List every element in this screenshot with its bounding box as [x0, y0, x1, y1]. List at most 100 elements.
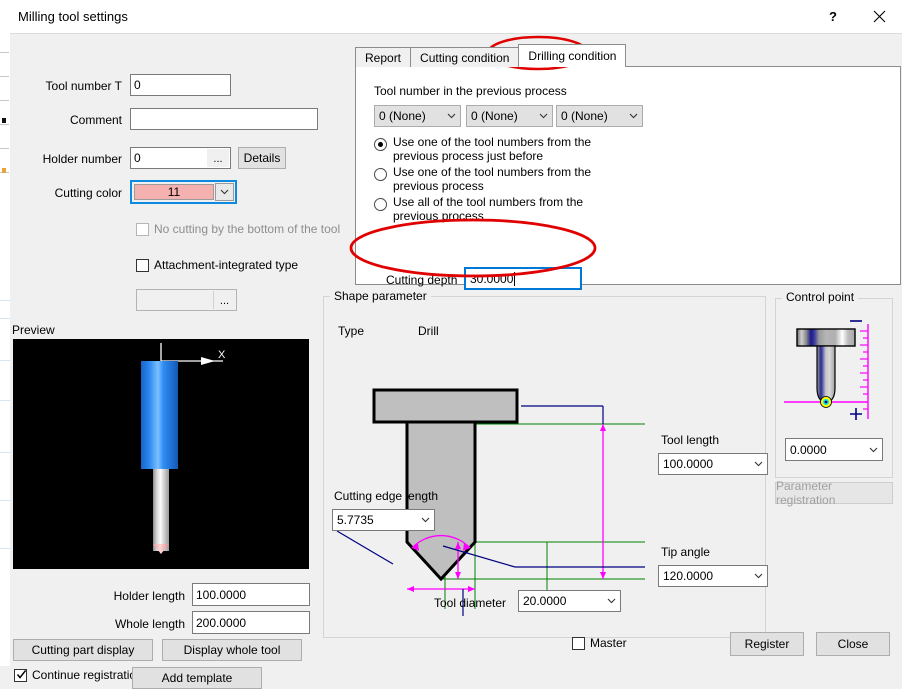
- tool-number-label: Tool number T: [10, 79, 122, 93]
- checkbox-box: [572, 637, 585, 650]
- comment-label: Comment: [10, 113, 122, 127]
- control-point-diagram[interactable]: [780, 309, 890, 434]
- cutting-edge-length-value: 5.7735: [337, 513, 374, 527]
- attachment-path-input[interactable]: ...: [136, 289, 237, 311]
- tip-angle-dropdown[interactable]: 120.0000: [658, 565, 768, 587]
- control-point-dropdown[interactable]: 0.0000: [785, 438, 883, 461]
- holder-length-input[interactable]: 100.0000: [192, 583, 310, 606]
- chevron-down-icon: [864, 439, 882, 460]
- previous-tool-dropdown-1[interactable]: 0 (None): [374, 105, 461, 127]
- tab-strip: Report Cutting condition Drilling condit…: [355, 44, 625, 67]
- tab-report[interactable]: Report: [355, 47, 411, 67]
- chevron-down-icon: [749, 454, 767, 474]
- shape-parameter-title: Shape parameter: [330, 289, 431, 303]
- preview-render: X: [13, 339, 309, 569]
- cutting-color-combobox[interactable]: 11: [130, 180, 237, 204]
- dropdown-value: 0 (None): [379, 109, 426, 123]
- tool-length-value: 100.0000: [663, 457, 713, 471]
- checkbox-box: [136, 259, 149, 272]
- tip-angle-label: Tip angle: [661, 545, 710, 559]
- window-title: Milling tool settings: [18, 9, 128, 24]
- tab-cutting-condition[interactable]: Cutting condition: [410, 47, 519, 67]
- details-button[interactable]: Details: [238, 147, 286, 169]
- chevron-down-icon: [534, 106, 552, 126]
- attachment-integrated-checkbox[interactable]: Attachment-integrated type: [136, 258, 298, 272]
- whole-length-label: Whole length: [80, 617, 185, 631]
- question-mark-icon: ?: [829, 9, 837, 24]
- radio-use-one-just-before[interactable]: Use one of the tool numbers from the pre…: [374, 135, 624, 163]
- previous-tool-dropdown-2[interactable]: 0 (None): [466, 105, 553, 127]
- chevron-down-icon: [749, 566, 767, 586]
- cutting-edge-length-label: Cutting edge length: [334, 489, 438, 503]
- master-label: Master: [590, 636, 627, 650]
- holder-number-value: 0: [134, 151, 141, 165]
- radio-use-all-previous[interactable]: Use all of the tool numbers from the pre…: [374, 195, 624, 223]
- attachment-browse-button[interactable]: ...: [213, 291, 235, 309]
- cutting-depth-input[interactable]: 30.0000: [464, 267, 582, 290]
- close-icon: [873, 10, 886, 23]
- holder-length-label: Holder length: [80, 589, 185, 603]
- close-window-button[interactable]: [856, 0, 902, 32]
- preview-title: Preview: [12, 323, 55, 337]
- parameter-registration-button: Parameter registration: [775, 482, 893, 504]
- tool-number-previous-label: Tool number in the previous process: [374, 84, 567, 98]
- dialog-body: Tool number T 0 Comment Holder number 0 …: [10, 34, 902, 666]
- checkbox-box: [136, 223, 149, 236]
- holder-browse-button[interactable]: ...: [207, 149, 229, 167]
- svg-text:X: X: [218, 349, 226, 361]
- chevron-down-icon[interactable]: [215, 183, 234, 201]
- checkbox-box: [14, 669, 27, 682]
- tool-length-dropdown[interactable]: 100.0000: [658, 453, 768, 475]
- cutting-color-label: Cutting color: [10, 186, 122, 200]
- holder-number-input[interactable]: 0 ...: [130, 147, 231, 169]
- control-point-title: Control point: [782, 290, 858, 304]
- previous-tool-dropdown-3[interactable]: 0 (None): [556, 105, 643, 127]
- tab-label: Cutting condition: [420, 51, 509, 65]
- add-template-button[interactable]: Add template: [132, 667, 262, 689]
- holder-length-value: 100.0000: [196, 588, 246, 602]
- cutting-color-value: 11: [168, 185, 180, 199]
- comment-input[interactable]: [130, 108, 318, 130]
- radio-dot: [378, 142, 383, 147]
- tab-drilling-condition[interactable]: Drilling condition: [518, 44, 626, 67]
- tool-number-input[interactable]: 0: [130, 74, 231, 96]
- tab-label: Drilling condition: [528, 49, 616, 63]
- text-caret: [514, 272, 515, 286]
- tool-diameter-dropdown[interactable]: 20.0000: [518, 590, 621, 612]
- close-button[interactable]: Close: [816, 632, 890, 656]
- whole-length-value: 200.0000: [196, 616, 246, 630]
- no-cutting-bottom-checkbox: No cutting by the bottom of the tool: [136, 222, 340, 236]
- shape-type-value: Drill: [418, 324, 439, 338]
- tab-label: Report: [365, 51, 401, 65]
- dropdown-value: 0 (None): [561, 109, 608, 123]
- cutting-part-display-button[interactable]: Cutting part display: [13, 639, 153, 661]
- tool-length-label: Tool length: [661, 433, 719, 447]
- display-whole-tool-button[interactable]: Display whole tool: [162, 639, 302, 661]
- tool-preview-canvas[interactable]: X: [13, 339, 309, 569]
- register-button[interactable]: Register: [730, 632, 804, 656]
- control-point-value: 0.0000: [790, 443, 827, 457]
- radio-circle: [374, 138, 387, 151]
- cutting-color-swatch: 11: [134, 184, 214, 200]
- chevron-down-icon: [624, 106, 642, 126]
- continue-registration-label: Continue registration: [32, 668, 143, 682]
- radio-circle: [374, 168, 387, 181]
- shape-type-label: Type: [338, 324, 364, 338]
- tool-diameter-value: 20.0000: [523, 594, 566, 608]
- title-bar: Milling tool settings ?: [10, 0, 902, 33]
- cutting-edge-length-dropdown[interactable]: 5.7735: [332, 509, 435, 531]
- radio-label: Use all of the tool numbers from the pre…: [393, 195, 624, 223]
- chevron-down-icon: [416, 510, 434, 530]
- master-checkbox[interactable]: Master: [572, 636, 627, 650]
- continue-registration-checkbox[interactable]: Continue registration: [14, 668, 143, 682]
- help-button[interactable]: ?: [810, 0, 856, 32]
- whole-length-input[interactable]: 200.0000: [192, 611, 310, 634]
- check-icon: [16, 669, 27, 680]
- radio-circle: [374, 198, 387, 211]
- plus-icon: [850, 408, 862, 420]
- chevron-down-icon: [442, 106, 460, 126]
- tool-number-value: 0: [134, 78, 141, 92]
- radio-use-one-previous[interactable]: Use one of the tool numbers from the pre…: [374, 165, 624, 193]
- tool-diameter-label: Tool diameter: [434, 596, 506, 610]
- cutting-depth-value: 30.0000: [470, 272, 513, 286]
